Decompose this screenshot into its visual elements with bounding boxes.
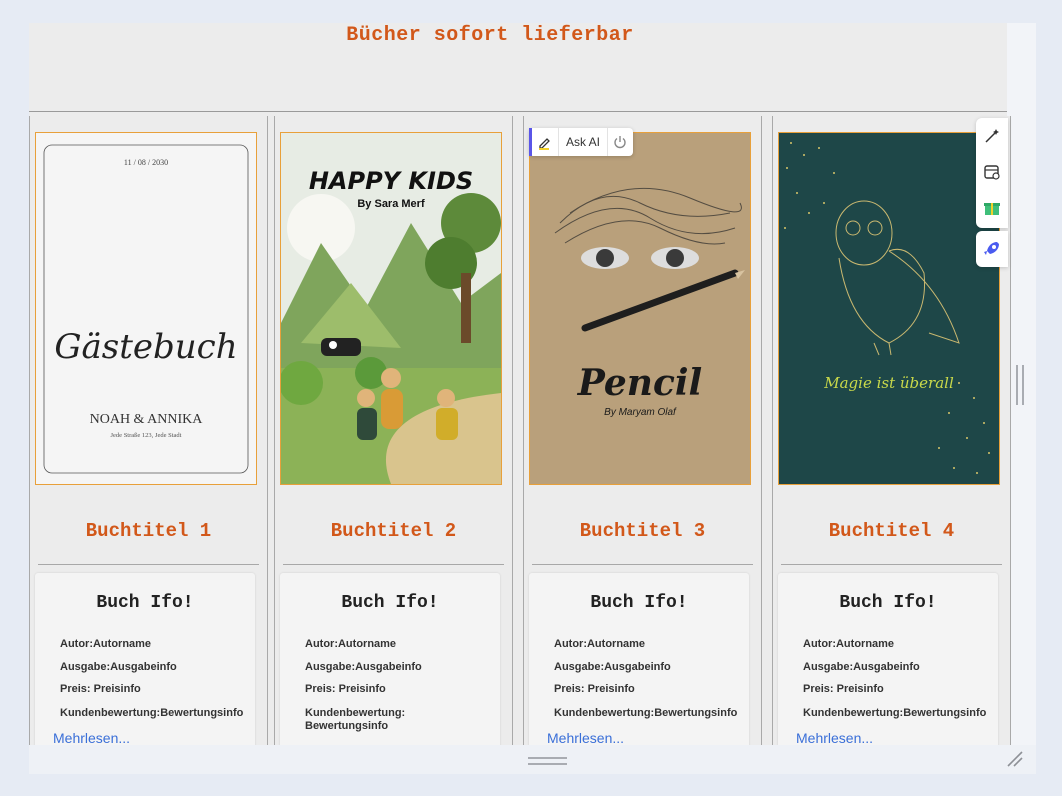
- power-button[interactable]: [608, 135, 632, 149]
- rocket-icon: [984, 242, 999, 255]
- book-cover-guestbook[interactable]: 11 / 08 / 2030 Gästebuch NOAH & ANNIKA J…: [35, 132, 257, 485]
- info-price: Preis: Preisinfo: [803, 683, 884, 695]
- magic-wand-button[interactable]: [976, 118, 1008, 154]
- book-cover-owl[interactable]: Magie ist überall: [778, 132, 1000, 485]
- book-info-panel: Buch Ifo! Autor:Autorname Ausgabe:Ausgab…: [35, 573, 255, 773]
- cover-byline: By Sara Merf: [357, 198, 425, 210]
- book-info-panel: Buch Ifo! Autor:Autorname Ausgabe:Ausgab…: [280, 573, 500, 773]
- power-icon: [614, 136, 626, 149]
- read-more-link[interactable]: Mehrlesen...: [547, 730, 624, 746]
- magic-wand-icon: [985, 129, 999, 143]
- book-info-panel: Buch Ifo! Autor:Autorname Ausgabe:Ausgab…: [529, 573, 749, 773]
- divider: [532, 564, 753, 565]
- info-heading: Buch Ifo!: [96, 593, 194, 613]
- book-card: HAPPY KIDS By Sara Merf Buchtitel 2 Buch…: [274, 116, 513, 773]
- info-rating-label: Kundenbewertung:: [305, 707, 406, 719]
- divider: [781, 564, 1002, 565]
- pen-icon: [539, 138, 550, 150]
- bottom-resize-grip[interactable]: [528, 757, 567, 765]
- cover-date: 11 / 08 / 2030: [124, 158, 168, 167]
- cover-title: HAPPY KIDS: [309, 167, 473, 195]
- info-price: Preis: Preisinfo: [554, 683, 635, 695]
- book-cover-pencil[interactable]: Pencil By Maryam Olaf: [529, 132, 751, 485]
- book-title: Buchtitel 1: [85, 520, 212, 542]
- info-rating: Kundenbewertung:Bewertungsinfo: [803, 707, 987, 719]
- book-cover-happy-kids[interactable]: HAPPY KIDS By Sara Merf: [280, 132, 502, 485]
- info-heading: Buch Ifo!: [839, 593, 937, 613]
- page-header: Bücher sofort lieferbar: [29, 23, 1007, 112]
- page-title: Bücher sofort lieferbar: [346, 24, 634, 47]
- book-card: 11 / 08 / 2030 Gästebuch NOAH & ANNIKA J…: [29, 116, 268, 773]
- book-info-panel: Buch Ifo! Autor:Autorname Ausgabe:Ausgab…: [778, 573, 998, 773]
- ask-ai-button[interactable]: Ask AI: [559, 128, 609, 156]
- cover-tagline: Magie ist überall: [823, 374, 954, 392]
- bottom-bar: [29, 745, 1036, 774]
- divider: [38, 564, 259, 565]
- read-more-link[interactable]: Mehrlesen...: [796, 730, 873, 746]
- book-card: Pencil By Maryam Olaf Buchtitel 3 Buch I…: [523, 116, 762, 773]
- side-toolbar: [976, 118, 1008, 228]
- side-resize-handle[interactable]: [1016, 365, 1024, 405]
- info-rating: Kundenbewertung:Bewertungsinfo: [554, 707, 738, 719]
- info-heading: Buch Ifo!: [341, 593, 439, 613]
- book-title: Buchtitel 4: [828, 520, 955, 542]
- info-edition: Ausgabe:Ausgabeinfo: [60, 661, 177, 673]
- gift-icon: [984, 203, 1000, 215]
- divider: [283, 564, 504, 565]
- info-price: Preis: Preisinfo: [60, 683, 141, 695]
- info-heading: Buch Ifo!: [590, 593, 688, 613]
- info-edition: Ausgabe:Ausgabeinfo: [803, 661, 920, 673]
- book-title: Buchtitel 3: [579, 520, 706, 542]
- info-author: Autor:Autorname: [60, 638, 152, 650]
- info-price: Preis: Preisinfo: [305, 683, 386, 695]
- cover-names: NOAH & ANNIKA: [90, 412, 204, 427]
- info-rating: Kundenbewertung:Bewertungsinfo: [60, 707, 244, 719]
- info-edition: Ausgabe:Ausgabeinfo: [554, 661, 671, 673]
- highlight-pen-button[interactable]: [529, 128, 559, 156]
- book-title: Buchtitel 2: [330, 520, 457, 542]
- rocket-button[interactable]: [976, 231, 1008, 267]
- info-rating-value: Bewertungsinfo: [305, 720, 389, 732]
- calendar-button[interactable]: [976, 154, 1008, 190]
- info-author: Autor:Autorname: [554, 638, 646, 650]
- book-list: 11 / 08 / 2030 Gästebuch NOAH & ANNIKA J…: [29, 116, 1011, 773]
- cover-address: Jede Straße 123, Jede Stadt: [111, 432, 182, 439]
- ask-ai-toolbar: Ask AI: [529, 128, 633, 156]
- cover-title: Pencil: [577, 362, 702, 404]
- cover-byline: By Maryam Olaf: [604, 407, 677, 418]
- gift-button[interactable]: [976, 190, 1008, 226]
- read-more-link[interactable]: Mehrlesen...: [53, 730, 130, 746]
- calendar-icon: [984, 165, 1000, 180]
- info-edition: Ausgabe:Ausgabeinfo: [305, 661, 422, 673]
- cover-script-title: Gästebuch: [54, 327, 237, 367]
- resize-corner-icon[interactable]: [1006, 750, 1024, 768]
- info-author: Autor:Autorname: [305, 638, 397, 650]
- info-author: Autor:Autorname: [803, 638, 895, 650]
